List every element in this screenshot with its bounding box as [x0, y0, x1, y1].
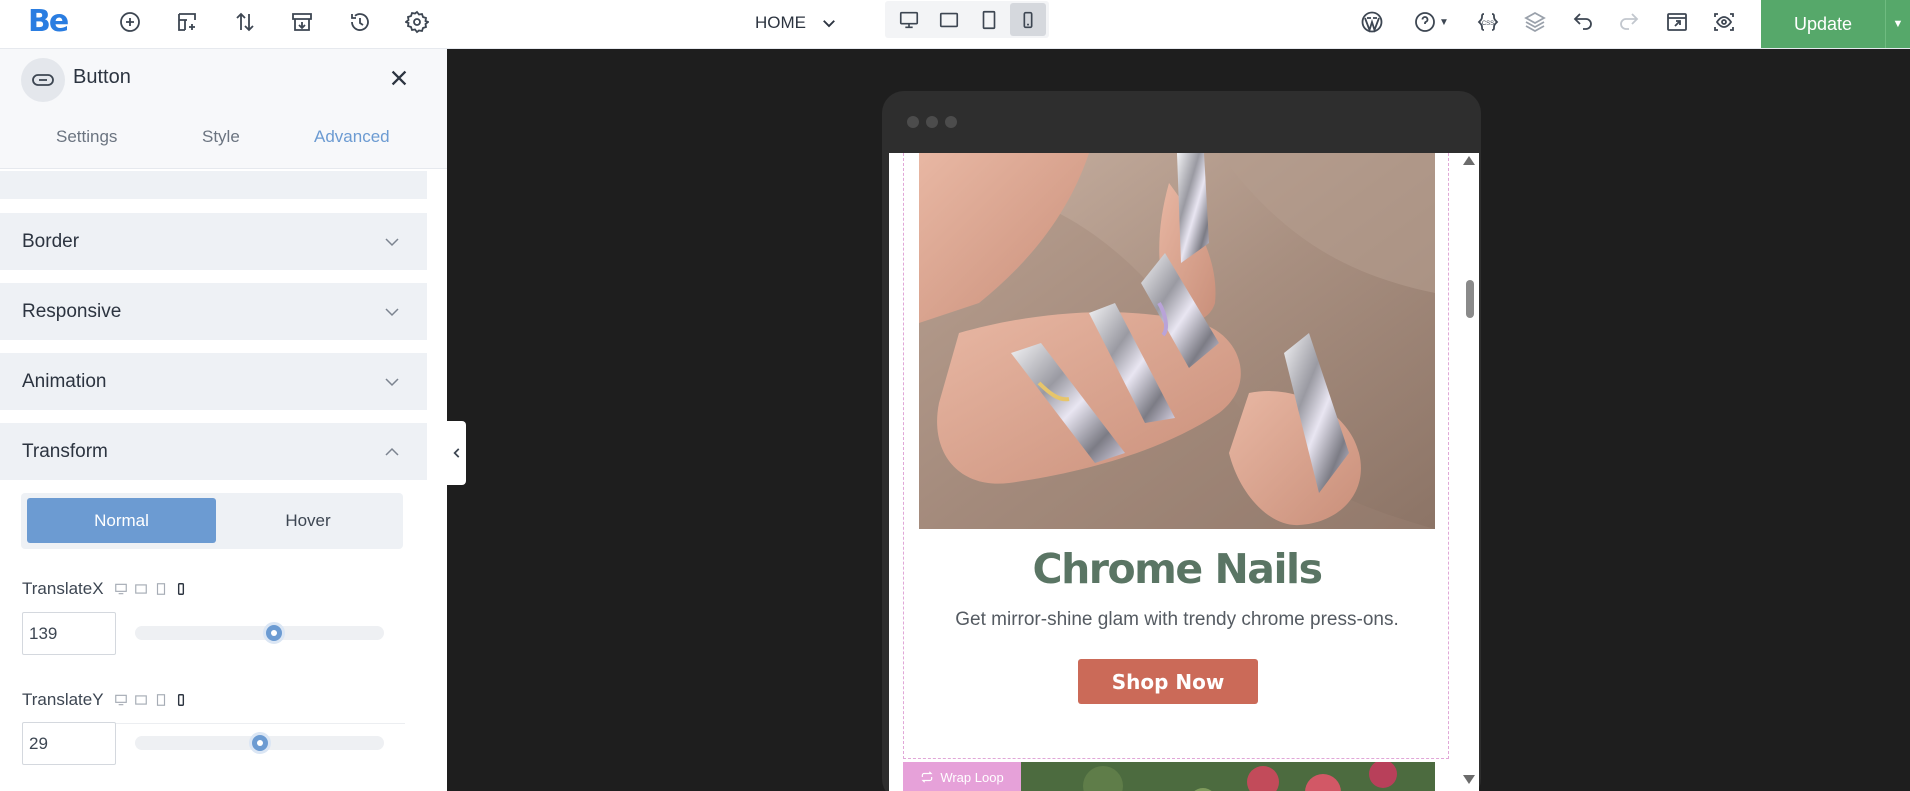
translatey-input[interactable]: 29 — [22, 722, 116, 765]
tab-style[interactable]: Style — [202, 127, 240, 147]
history-icon[interactable] — [343, 5, 377, 39]
button-element-icon — [21, 58, 65, 102]
page-select-label: HOME — [755, 13, 806, 32]
chevron-down-icon — [385, 308, 399, 317]
svg-text:CSS: CSS — [1482, 21, 1494, 27]
section-responsive[interactable]: Responsive — [0, 283, 427, 340]
desktop-icon[interactable] — [114, 693, 128, 707]
help-icon[interactable]: ▼ — [1408, 5, 1454, 39]
app-logo[interactable]: Be — [28, 4, 69, 39]
translatey-label: TranslateY — [22, 690, 104, 709]
layers-icon[interactable] — [1518, 5, 1552, 39]
mobile-icon[interactable] — [174, 582, 188, 596]
update-button-label: Update — [1793, 13, 1853, 34]
element-settings-panel: Button Settings Style Advanced Border Re… — [0, 49, 447, 791]
mobile-icon[interactable] — [174, 693, 188, 707]
translatex-slider-thumb[interactable] — [263, 622, 285, 644]
window-dot — [945, 116, 957, 128]
translatex-slider[interactable] — [135, 622, 384, 644]
translatex-label-row: TranslateX — [22, 579, 188, 599]
section-border[interactable]: Border — [0, 213, 427, 270]
add-section-icon[interactable] — [170, 5, 204, 39]
tablet-portrait-icon[interactable] — [154, 693, 168, 707]
tab-settings[interactable]: Settings — [56, 127, 117, 147]
chevron-up-icon — [385, 447, 399, 456]
tablet-landscape-icon[interactable] — [931, 3, 967, 36]
section-transform[interactable]: Transform — [0, 423, 427, 480]
window-dot — [907, 116, 919, 128]
mobile-preview-frame: Chrome Nails Get mirror-shine glam with … — [882, 91, 1481, 791]
translatey-slider[interactable] — [135, 732, 384, 754]
loop-icon — [921, 771, 933, 783]
scroll-down-arrow-icon[interactable] — [1463, 775, 1475, 784]
translatex-input[interactable]: 139 — [22, 612, 116, 655]
mobile-icon[interactable] — [1010, 3, 1046, 36]
responsive-devices — [114, 582, 188, 596]
shop-now-button[interactable]: Shop Now — [1078, 659, 1258, 704]
tablet-landscape-icon[interactable] — [134, 582, 148, 596]
chevron-left-icon — [452, 448, 459, 458]
update-options-icon[interactable]: ▼ — [1885, 0, 1910, 48]
undo-icon[interactable] — [1566, 5, 1600, 39]
panel-header: Button — [0, 49, 447, 107]
section-transform-label: Transform — [22, 440, 108, 462]
section-responsive-label: Responsive — [22, 300, 122, 322]
element-title: Button — [73, 66, 131, 88]
preview-scrollbar[interactable] — [1461, 153, 1479, 791]
product-description[interactable]: Get mirror-shine glam with trendy chrome… — [889, 609, 1465, 631]
settings-icon[interactable] — [400, 5, 434, 39]
wrap-loop-tag[interactable]: Wrap Loop — [903, 762, 1021, 791]
section-animation-label: Animation — [22, 370, 107, 392]
desktop-icon[interactable] — [114, 582, 128, 596]
chevron-down-icon — [823, 20, 835, 28]
section-animation[interactable]: Animation — [0, 353, 427, 410]
preview-screen[interactable]: Chrome Nails Get mirror-shine glam with … — [889, 153, 1479, 791]
redo-icon[interactable] — [1612, 5, 1646, 39]
state-toggle: Normal Hover — [21, 493, 403, 549]
translatey-slider-thumb[interactable] — [249, 732, 271, 754]
update-button[interactable]: Update ▼ — [1761, 0, 1910, 48]
close-icon[interactable] — [385, 64, 413, 92]
section-partial[interactable] — [0, 171, 427, 199]
tablet-portrait-icon[interactable] — [154, 582, 168, 596]
top-toolbar: Be HOME ▼ CSS Update ▼ — [0, 0, 1910, 49]
sort-icon[interactable] — [228, 5, 262, 39]
product-headline[interactable]: Chrome Nails — [889, 545, 1465, 593]
wordpress-icon[interactable] — [1355, 5, 1389, 39]
scroll-up-arrow-icon[interactable] — [1463, 156, 1475, 165]
translatex-label: TranslateX — [22, 579, 104, 598]
add-element-icon[interactable] — [113, 5, 147, 39]
tablet-portrait-icon[interactable] — [971, 3, 1007, 36]
chevron-down-icon — [385, 238, 399, 247]
preview-icon[interactable] — [1707, 5, 1741, 39]
chevron-down-icon — [385, 378, 399, 387]
tab-advanced[interactable]: Advanced — [314, 127, 390, 147]
page-select[interactable]: HOME — [755, 8, 838, 38]
export-icon[interactable] — [1660, 5, 1694, 39]
panel-tabs: Settings Style Advanced — [0, 107, 447, 169]
wrap-loop-label: Wrap Loop — [940, 769, 1004, 785]
translatey-label-row: TranslateY — [22, 690, 188, 710]
window-dot — [926, 116, 938, 128]
tablet-landscape-icon[interactable] — [134, 693, 148, 707]
collapse-panel-button[interactable] — [447, 421, 466, 485]
scrollbar-thumb[interactable] — [1466, 280, 1474, 318]
state-normal-button[interactable]: Normal — [27, 498, 216, 543]
desktop-icon[interactable] — [891, 3, 927, 36]
device-switcher — [885, 1, 1049, 38]
state-hover-button[interactable]: Hover — [217, 498, 399, 543]
css-icon[interactable]: CSS — [1471, 5, 1505, 39]
templates-icon[interactable] — [285, 5, 319, 39]
responsive-devices — [114, 693, 188, 707]
section-border-label: Border — [22, 230, 80, 252]
